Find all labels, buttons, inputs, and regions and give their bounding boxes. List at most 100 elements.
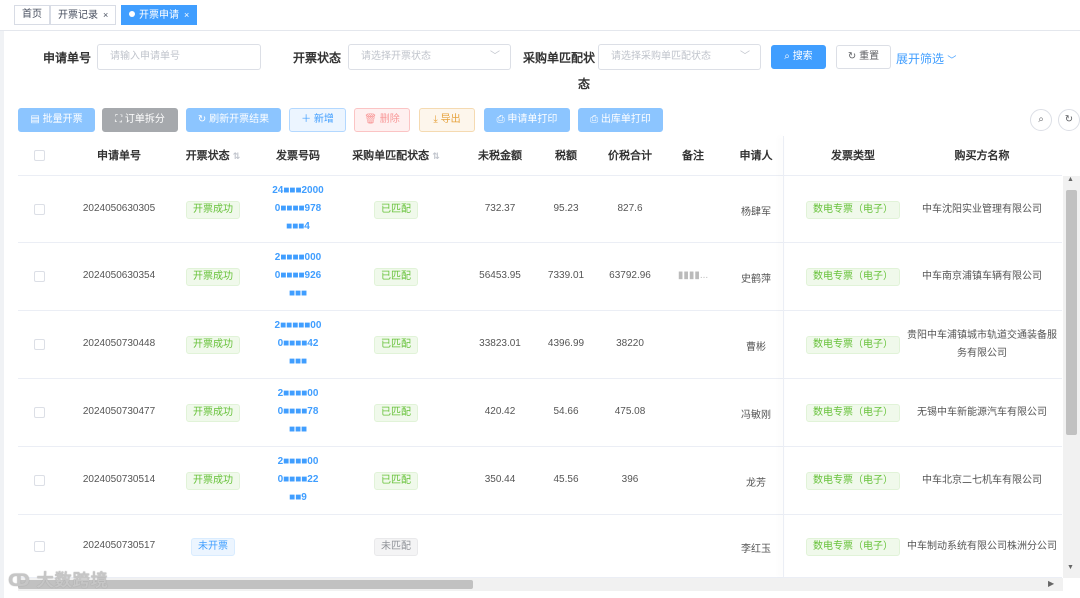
invoice-no-line: 0■■■■926 — [274, 270, 322, 281]
search-button[interactable]: ⌕ 搜索 — [771, 45, 826, 69]
refresh-result-button[interactable]: ↻ 刷新开票结果 — [186, 108, 281, 132]
total-cell: 475.08 — [614, 406, 646, 417]
reset-button[interactable]: ↻ 重置 — [836, 45, 891, 69]
split-order-button[interactable]: ⛶ 订单拆分 — [102, 108, 178, 132]
plus-icon: ＋ — [301, 114, 312, 125]
invoice-no-line: 2■■■■00 — [277, 388, 319, 399]
match-cell: 未匹配 — [346, 538, 446, 556]
vertical-scrollbar[interactable]: ▲ ▼ — [1063, 176, 1080, 578]
tab-invoice-records[interactable]: 开票记录 × — [50, 5, 117, 25]
match-badge: 未匹配 — [374, 538, 418, 556]
invoice-no-cell[interactable]: 2■■■■■00 0■■■■42 ■■■ — [258, 317, 338, 371]
chevron-down-icon: ﹀ — [740, 51, 750, 62]
horizontal-scrollbar[interactable]: ▶ — [18, 578, 1063, 591]
match-badge: 已匹配 — [374, 336, 418, 354]
match-cell: 已匹配 — [346, 201, 446, 219]
printer-icon: ⎙ — [590, 114, 599, 125]
status-select[interactable]: 请选择开票状态 ﹀ — [348, 44, 511, 70]
col-status[interactable]: 开票状态 ⇅ — [180, 136, 246, 176]
invoice-no-cell[interactable]: 2■■■■000 0■■■■926 ■■■ — [258, 249, 338, 303]
table-row[interactable]: 2024050630354 开票成功 2■■■■000 0■■■■926 ■■■ 已匹配 5… — [18, 243, 1062, 311]
apply-no-cell: 2024050730477 — [82, 406, 156, 417]
row-checkbox[interactable] — [34, 541, 45, 552]
table-row[interactable]: 2024050730517 未开票 未匹配 李红玉 数电专票（电子） 中车制动系统有限公司… — [18, 515, 1062, 578]
invoice-no-line: 2■■■■00 — [277, 456, 319, 467]
invoice-no-cell[interactable]: 24■■■2000 0■■■■978 ■■■4 — [258, 182, 338, 236]
total-cell: 38220 — [616, 338, 644, 349]
refresh-icon: ↻ — [847, 51, 857, 62]
col-status-label: 开票状态 — [185, 150, 230, 162]
match-placeholder: 请选择采购单匹配状态 — [611, 51, 711, 62]
scroll-up-icon[interactable]: ▲ — [1067, 176, 1074, 183]
invoice-type-badge: 数电专票（电子） — [806, 201, 900, 219]
add-button[interactable]: ＋ 新增 — [289, 108, 346, 132]
tab-home[interactable]: 首页 — [14, 5, 50, 25]
untaxed-cell: 33823.01 — [479, 338, 521, 349]
buyer-cell: 贵阳中车浦镇城市轨道交通装备服 务有限公司 — [906, 327, 1058, 363]
row-checkbox[interactable] — [34, 339, 45, 350]
vertical-scroll-thumb[interactable] — [1066, 190, 1077, 435]
col-match[interactable]: 采购单匹配状态 ⇅ — [346, 136, 446, 176]
split-order-label: 订单拆分 — [124, 114, 165, 125]
col-buyer[interactable]: 购买方名称 — [918, 136, 1046, 176]
buyer-cell: 中车北京二七机车有限公司 — [906, 472, 1058, 490]
applicant-cell: 曹彬 — [746, 342, 766, 353]
buyer-cell: 无锡中车新能源汽车有限公司 — [906, 404, 1058, 422]
col-tax[interactable]: 税额 — [540, 136, 592, 176]
scroll-down-icon[interactable]: ▼ — [1067, 564, 1074, 571]
table-row[interactable]: 2024050730477 开票成功 2■■■■00 0■■■■78 ■■■ 已匹配 420… — [18, 379, 1062, 447]
applicant-cell: 冯敏刚 — [741, 410, 771, 421]
tab-invoice-records-label: 开票记录 — [58, 10, 98, 21]
scroll-right-icon[interactable]: ▶ — [1048, 579, 1054, 588]
col-remark[interactable]: 备注 — [668, 136, 718, 176]
invoice-no-cell[interactable]: 2■■■■00 0■■■■78 ■■■ — [258, 385, 338, 439]
tab-invoice-apply[interactable]: 开票申请 × — [121, 5, 198, 25]
refresh-table-icon[interactable]: ↻ — [1058, 109, 1080, 131]
invoice-type-badge: 数电专票（电子） — [806, 538, 900, 556]
col-applicant[interactable]: 申请人 — [730, 136, 782, 176]
col-untaxed[interactable]: 未税金额 — [467, 136, 533, 176]
untaxed-cell: 56453.95 — [479, 270, 521, 281]
select-all-checkbox[interactable] — [34, 150, 45, 161]
col-invoice-no[interactable]: 发票号码 — [258, 136, 338, 176]
table-row[interactable]: 2024050630305 开票成功 24■■■2000 0■■■■978 ■■■4 已匹… — [18, 176, 1062, 243]
fixed-column-divider — [783, 136, 784, 578]
sort-icon[interactable]: ⇅ — [432, 151, 440, 161]
invoice-no-line: ■■9 — [289, 492, 307, 503]
close-icon[interactable]: × — [103, 10, 108, 20]
match-select[interactable]: 请选择采购单匹配状态 ﹀ — [598, 44, 761, 70]
buyer-cell: 中车制动系统有限公司株洲分公司 — [906, 538, 1058, 556]
match-badge: 已匹配 — [374, 268, 418, 286]
add-label: 新增 — [313, 114, 334, 125]
tax-cell: 95.23 — [553, 203, 579, 214]
applicant-cell: 杨肆军 — [741, 207, 771, 218]
buyer-line: 中车沈阳实业管理有限公司 — [922, 204, 1042, 215]
export-button[interactable]: ⤓ 导出 — [419, 108, 475, 132]
invoice-type-cell: 数电专票（电子） — [798, 538, 908, 556]
print-outbound-button[interactable]: ⎙ 出库单打印 — [578, 108, 663, 132]
close-icon[interactable]: × — [184, 10, 189, 20]
col-total[interactable]: 价税合计 — [598, 136, 662, 176]
col-apply-no[interactable]: 申请单号 — [78, 136, 160, 176]
table-row[interactable]: 2024050730448 开票成功 2■■■■■00 0■■■■42 ■■■ 已匹配 33… — [18, 311, 1062, 379]
row-checkbox[interactable] — [34, 271, 45, 282]
batch-invoice-button[interactable]: ▤ 批量开票 — [18, 108, 95, 132]
table-row[interactable]: 2024050730514 开票成功 2■■■■00 0■■■■22 ■■9 已匹配 350… — [18, 447, 1062, 515]
row-checkbox[interactable] — [34, 407, 45, 418]
status-badge: 开票成功 — [186, 268, 240, 286]
invoice-no-line: 2■■■■■00 — [274, 320, 322, 331]
expand-filter-link[interactable]: 展开筛选 ﹀ — [896, 50, 956, 67]
match-cell: 已匹配 — [346, 336, 446, 354]
delete-button[interactable]: 🗑 删除 — [354, 108, 410, 132]
search-toggle-icon[interactable]: ⌕ — [1030, 109, 1052, 131]
invoice-no-line: 0■■■■78 — [277, 406, 319, 417]
col-invoice-type[interactable]: 发票类型 — [808, 136, 898, 176]
row-checkbox[interactable] — [34, 475, 45, 486]
sort-icon[interactable]: ⇅ — [233, 151, 241, 161]
invoice-no-cell[interactable]: 2■■■■00 0■■■■22 ■■9 — [258, 453, 338, 507]
apply-no-input[interactable]: 请输入申请单号 — [97, 44, 261, 70]
remark-cell: ▮▮▮▮... — [677, 270, 709, 281]
watermark: ↀ 大数跨境 — [8, 566, 109, 591]
row-checkbox[interactable] — [34, 204, 45, 215]
print-apply-button[interactable]: ⎙ 申请单打印 — [484, 108, 570, 132]
